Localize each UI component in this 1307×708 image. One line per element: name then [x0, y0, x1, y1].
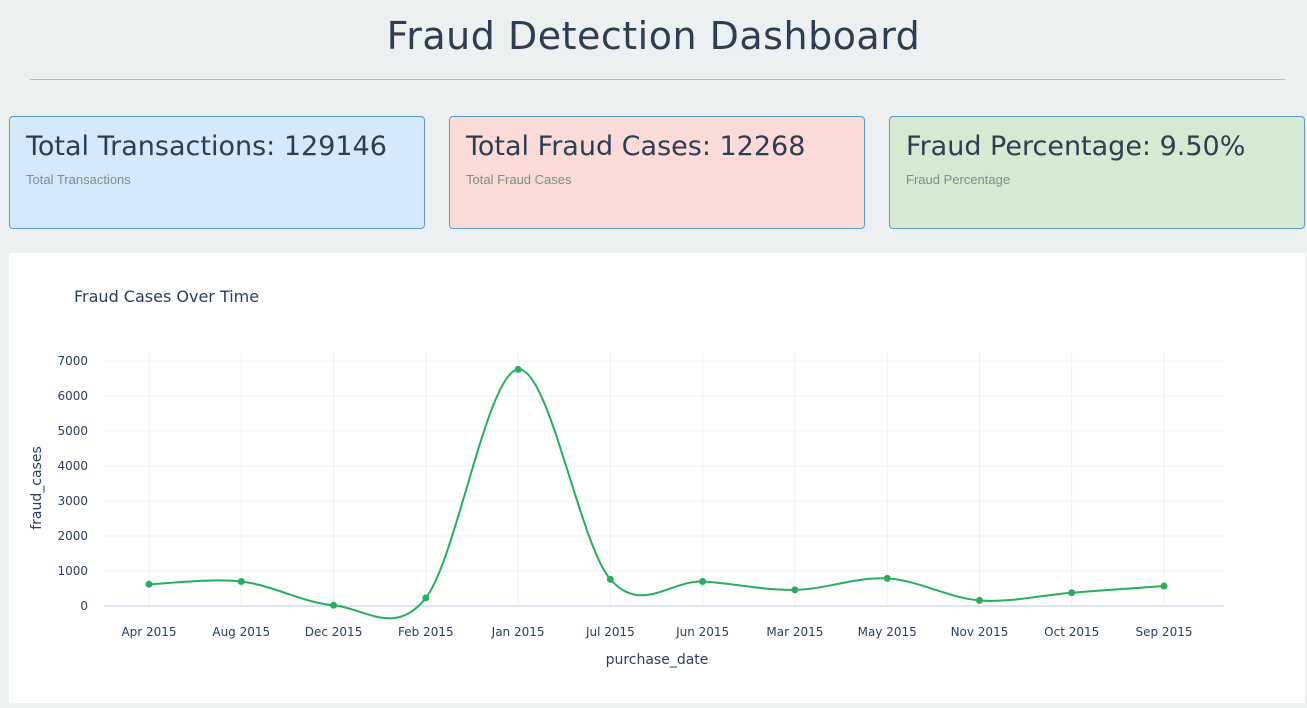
x-axis-title: purchase_date: [606, 652, 709, 668]
fraud-percentage-label: Fraud Percentage: [906, 172, 1011, 187]
data-point[interactable]: [422, 594, 430, 602]
grid-lines: [104, 353, 1224, 607]
total-transactions-label: Total Transactions: [26, 172, 131, 187]
data-point[interactable]: [237, 578, 245, 585]
data-point[interactable]: [145, 580, 153, 588]
fraud-percentage-value: Fraud Percentage: 9.50%: [906, 131, 1246, 162]
chart-canvas[interactable]: Fraud Cases Over Time 0 1000 2000 3000 4000 5…: [9, 253, 1305, 703]
x-tick-label: Feb 2015: [398, 625, 454, 639]
total-fraud-cases-card: Total Fraud Cases: 12268 Total Fraud Cas…: [449, 116, 865, 229]
total-transactions-card: Total Transactions: 129146 Total Transac…: [9, 116, 425, 229]
y-axis-title: fraud_cases: [29, 446, 45, 530]
x-axis-ticks: Apr 2015 Aug 2015 Dec 2015 Feb 2015 Jan 2015…: [121, 625, 1192, 639]
fraud-cases-line: [148, 368, 1165, 620]
data-point[interactable]: [1160, 582, 1168, 590]
y-tick-label: 0: [80, 599, 88, 613]
data-point[interactable]: [791, 586, 799, 594]
x-tick-label: Mar 2015: [766, 625, 823, 639]
data-point[interactable]: [883, 574, 891, 582]
data-point[interactable]: [1068, 589, 1076, 597]
x-tick-label: Jun 2015: [675, 625, 729, 639]
y-tick-label: 3000: [57, 494, 88, 508]
title-divider: [30, 79, 1285, 80]
x-tick-label: Nov 2015: [951, 625, 1009, 639]
y-axis-ticks: 0 1000 2000 3000 4000 5000 6000 7000: [57, 354, 88, 613]
x-tick-label: Jan 2015: [491, 625, 545, 639]
x-tick-label: Oct 2015: [1044, 625, 1099, 639]
y-tick-label: 6000: [57, 389, 88, 403]
y-tick-label: 5000: [57, 424, 88, 438]
total-fraud-cases-label: Total Fraud Cases: [466, 172, 572, 187]
data-point[interactable]: [330, 601, 338, 609]
x-tick-label: May 2015: [858, 625, 917, 639]
y-tick-label: 2000: [57, 529, 88, 543]
y-tick-label: 1000: [57, 564, 88, 578]
x-tick-label: Dec 2015: [305, 625, 363, 639]
fraud-percentage-card: Fraud Percentage: 9.50% Fraud Percentage: [889, 116, 1305, 229]
data-point[interactable]: [975, 596, 983, 604]
data-point[interactable]: [699, 578, 707, 585]
total-fraud-cases-value: Total Fraud Cases: 12268: [466, 131, 806, 162]
x-tick-label: Sep 2015: [1136, 625, 1193, 639]
x-tick-label: Jul 2015: [585, 625, 635, 639]
chart-title: Fraud Cases Over Time: [74, 287, 259, 306]
data-markers: [145, 365, 1168, 609]
x-tick-label: Apr 2015: [121, 625, 176, 639]
data-point[interactable]: [514, 365, 522, 373]
x-tick-label: Aug 2015: [212, 625, 270, 639]
fraud-cases-chart[interactable]: Fraud Cases Over Time 0 1000 2000 3000 4000 5…: [9, 253, 1305, 703]
data-point[interactable]: [606, 575, 614, 583]
total-transactions-value: Total Transactions: 129146: [26, 131, 387, 162]
y-tick-label: 4000: [57, 459, 88, 473]
page-title: Fraud Detection Dashboard: [386, 14, 921, 58]
y-tick-label: 7000: [57, 354, 88, 368]
